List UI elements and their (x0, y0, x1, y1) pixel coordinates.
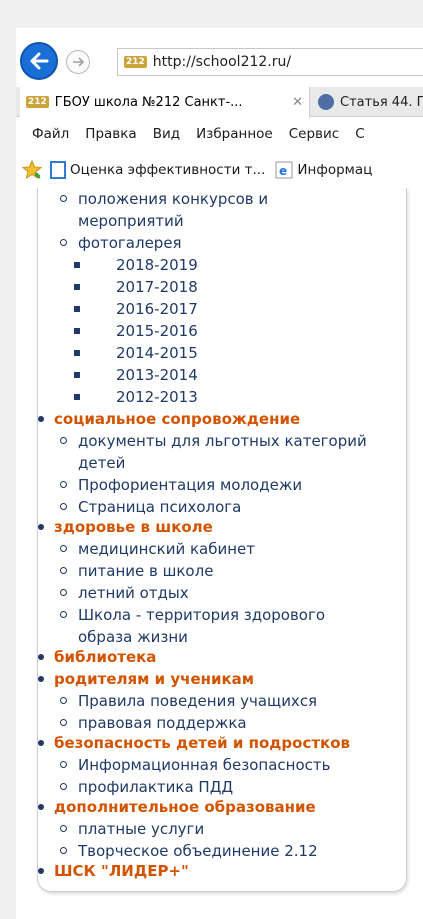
tab-favicon-icon (318, 94, 334, 110)
year-link[interactable]: 2018-2019 (74, 255, 198, 275)
nav-link[interactable]: летний отдых (60, 583, 189, 603)
circle-bullet-icon (60, 611, 67, 618)
square-bullet-icon (74, 284, 80, 290)
circle-bullet-icon (60, 825, 67, 832)
dot-bullet-icon (38, 676, 44, 682)
address-bar-row: 212 http://school212.ru/ (16, 40, 423, 86)
tab-favicon-icon: 212 (26, 96, 49, 108)
tab-bar: 212 ГБОУ школа №212 Санкт-... ✕ Статья 4… (16, 87, 423, 117)
nav-link[interactable]: Школа - территория здорового (60, 605, 325, 625)
year-link[interactable]: 2015-2016 (74, 321, 198, 341)
circle-bullet-icon (60, 761, 67, 768)
url-text: http://school212.ru/ (152, 54, 292, 70)
section-parents[interactable]: родителям и ученикам (38, 669, 254, 689)
nav-link[interactable]: медицинский кабинет (60, 539, 255, 559)
circle-bullet-icon (60, 589, 67, 596)
nav-link[interactable]: Профориентация молодежи (60, 475, 302, 495)
tab-label: Статья 44. П (340, 94, 423, 110)
document-icon (50, 161, 66, 179)
ie-icon: e (275, 161, 293, 179)
menu-file[interactable]: Файл (32, 126, 69, 142)
square-bullet-icon (74, 306, 80, 312)
circle-bullet-icon (60, 847, 67, 854)
nav-link[interactable]: фотогалерея (60, 233, 182, 253)
dot-bullet-icon (38, 524, 44, 530)
square-bullet-icon (74, 372, 80, 378)
svg-text:e: e (279, 164, 287, 178)
circle-bullet-icon (60, 239, 67, 246)
menu-bar: Файл Правка Вид Избранное Сервис С (16, 118, 423, 150)
nav-link[interactable]: образа жизни (78, 627, 188, 647)
dot-bullet-icon (38, 804, 44, 810)
back-button[interactable] (20, 42, 58, 80)
circle-bullet-icon (60, 567, 67, 574)
year-link[interactable]: 2012-2013 (74, 387, 198, 407)
forward-arrow-icon (73, 57, 85, 67)
circle-bullet-icon (60, 481, 67, 488)
nav-link[interactable]: мероприятий (78, 211, 184, 231)
nav-link[interactable]: Правила поведения учащихся (60, 691, 317, 711)
nav-link[interactable]: питание в школе (60, 561, 213, 581)
nav-link[interactable]: Творческое объединение 2.12 (60, 841, 318, 861)
address-input[interactable]: 212 http://school212.ru/ (117, 48, 423, 76)
favorites-star-icon[interactable] (22, 160, 42, 180)
tab-school[interactable]: 212 ГБОУ школа №212 Санкт-... ✕ (20, 87, 310, 117)
circle-bullet-icon (60, 195, 67, 202)
nav-link[interactable]: положения конкурсов и (60, 189, 268, 209)
section-library[interactable]: библиотека (38, 647, 156, 667)
circle-bullet-icon (60, 437, 67, 444)
close-tab-icon[interactable]: ✕ (292, 95, 303, 110)
nav-link[interactable]: Страница психолога (60, 497, 241, 517)
year-link[interactable]: 2014-2015 (74, 343, 198, 363)
section-sport[interactable]: ШСК "ЛИДЕР+" (38, 861, 189, 881)
nav-link[interactable]: Информационная безопасность (60, 755, 330, 775)
dot-bullet-icon (38, 416, 44, 422)
square-bullet-icon (74, 394, 80, 400)
menu-help[interactable]: С (355, 126, 364, 142)
dot-bullet-icon (38, 868, 44, 874)
favorite-link-1[interactable]: Оценка эффективности т... (70, 162, 265, 178)
nav-link[interactable]: платные услуги (60, 819, 204, 839)
tab-label: ГБОУ школа №212 Санкт-... (54, 94, 243, 110)
section-extra[interactable]: дополнительное образование (38, 797, 316, 817)
menu-tools[interactable]: Сервис (289, 126, 339, 142)
circle-bullet-icon (60, 545, 67, 552)
dot-bullet-icon (38, 740, 44, 746)
dot-bullet-icon (38, 654, 44, 660)
square-bullet-icon (74, 350, 80, 356)
nav-link[interactable]: профилактика ПДД (60, 777, 233, 797)
back-arrow-icon (30, 52, 49, 70)
circle-bullet-icon (60, 503, 67, 510)
square-bullet-icon (74, 328, 80, 334)
menu-edit[interactable]: Правка (85, 126, 136, 142)
section-social[interactable]: социальное сопровождение (38, 409, 300, 429)
menu-favorites[interactable]: Избранное (196, 126, 273, 142)
section-safety[interactable]: безопасность детей и подростков (38, 733, 350, 753)
favorites-bar: Оценка эффективности т... e Информац (16, 152, 423, 188)
nav-link[interactable]: документы для льготных категорий (60, 431, 367, 451)
square-bullet-icon (74, 262, 80, 268)
menu-view[interactable]: Вид (153, 126, 180, 142)
circle-bullet-icon (60, 783, 67, 790)
year-link[interactable]: 2013-2014 (74, 365, 198, 385)
favorite-link-2[interactable]: Информац (297, 162, 372, 178)
year-link[interactable]: 2016-2017 (74, 299, 198, 319)
circle-bullet-icon (60, 719, 67, 726)
forward-button[interactable] (66, 50, 90, 74)
tab-article[interactable]: Статья 44. П (314, 87, 423, 117)
year-link[interactable]: 2017-2018 (74, 277, 198, 297)
nav-link[interactable]: детей (78, 453, 125, 473)
site-favicon-icon: 212 (124, 56, 147, 68)
circle-bullet-icon (60, 697, 67, 704)
nav-link[interactable]: правовая поддержка (60, 713, 247, 733)
section-health[interactable]: здоровье в школе (38, 517, 213, 537)
